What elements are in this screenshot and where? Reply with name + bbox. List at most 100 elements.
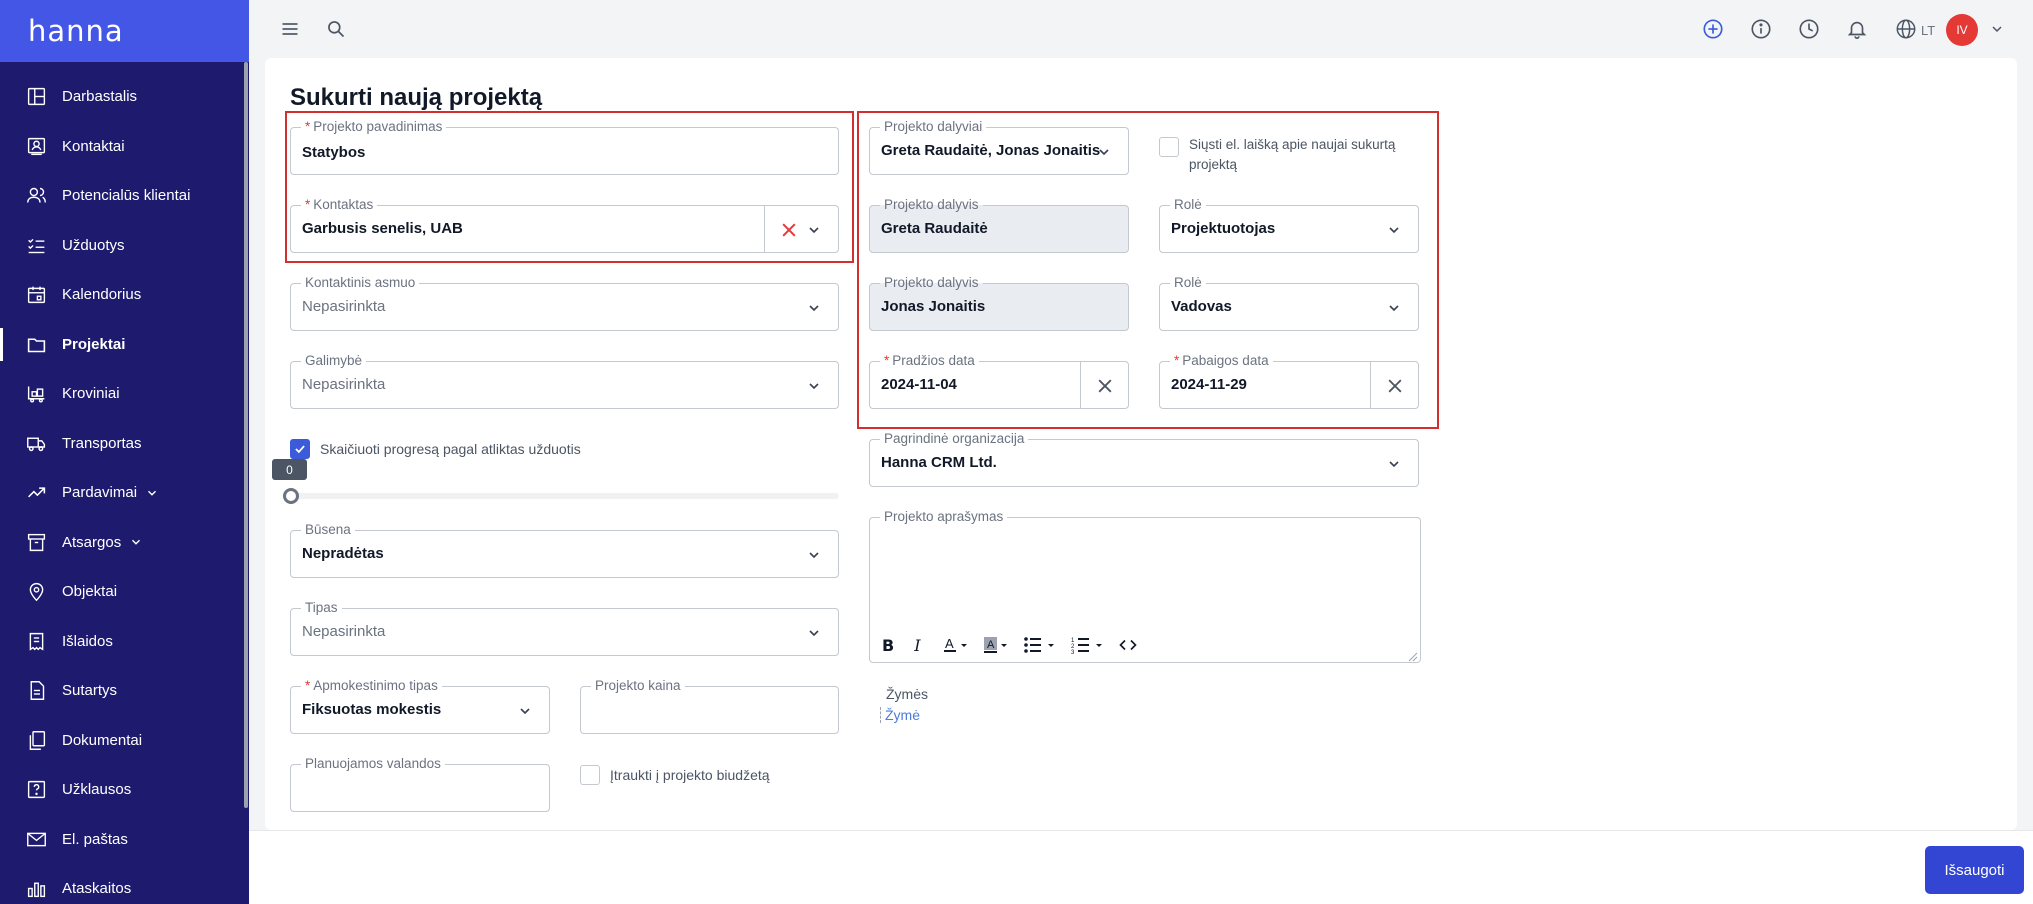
top-bar: LT IV: [249, 0, 2033, 58]
sidebar-item-sutartys[interactable]: Sutartys: [0, 666, 249, 716]
sidebar-item-ataskaitos[interactable]: Ataskaitos: [0, 864, 249, 904]
bullet-list-icon[interactable]: [1023, 634, 1057, 656]
highlight-color-icon[interactable]: A: [983, 634, 1009, 656]
include-budget-checkbox[interactable]: [580, 765, 600, 785]
chevron-down-icon[interactable]: [1096, 144, 1112, 160]
sidebar-scrollbar[interactable]: [244, 62, 248, 808]
send-email-label-line1: Siųsti el. laišką apie naujai sukurtą: [1189, 137, 1396, 152]
role-label: Rolė: [1170, 196, 1206, 214]
clear-date-icon[interactable]: [1385, 376, 1405, 396]
sidebar-item-uzklausos[interactable]: Užklausos: [0, 765, 249, 815]
sidebar-item-projektai[interactable]: Projektai: [0, 320, 249, 370]
sidebar-item-label: Užduotys: [62, 236, 125, 254]
sidebar-item-uzduotys[interactable]: Užduotys: [0, 221, 249, 271]
chevron-down-icon[interactable]: [1386, 300, 1402, 316]
participants-select[interactable]: Projekto dalyviai Greta Raudaitė, Jonas …: [869, 118, 1129, 175]
organization-select[interactable]: Pagrindinė organizacija Hanna CRM Ltd.: [869, 430, 1419, 487]
logo-bar: hanna: [0, 0, 249, 62]
sidebar-item-el-pastas[interactable]: El. paštas: [0, 815, 249, 865]
required-mark: *: [305, 197, 311, 212]
opportunity-select[interactable]: Galimybė Nepasirinkta: [290, 352, 839, 409]
save-button[interactable]: Išsaugoti: [1925, 846, 2024, 894]
project-name-field[interactable]: * Projekto pavadinimas Statybos: [290, 118, 839, 175]
sidebar-item-pardavimai[interactable]: Pardavimai: [0, 468, 249, 518]
sidebar-item-darbastalis[interactable]: Darbastalis: [0, 72, 249, 122]
app-logo[interactable]: hanna: [28, 14, 124, 48]
leads-icon: [26, 185, 47, 206]
chevron-down-icon[interactable]: [806, 625, 822, 641]
progress-tooltip: 0: [272, 459, 307, 480]
chevron-down-icon[interactable]: [806, 547, 822, 563]
sidebar-item-transportas[interactable]: Transportas: [0, 419, 249, 469]
participant-field-2: Projekto dalyvis Jonas Jonaitis: [869, 274, 1129, 331]
avatar[interactable]: IV: [1946, 14, 1978, 46]
role-label: Rolė: [1170, 274, 1206, 292]
start-date-field[interactable]: * Pradžios data 2024-11-04: [869, 352, 1129, 409]
sidebar-item-label: Išlaidos: [62, 632, 113, 650]
chevron-down-icon[interactable]: [806, 378, 822, 394]
contact-person-placeholder: Nepasirinkta: [302, 298, 386, 315]
chevron-down-icon[interactable]: [1386, 456, 1402, 472]
project-price-input[interactable]: Projekto kaina: [580, 677, 839, 734]
bell-icon[interactable]: [1845, 17, 1869, 41]
chevron-down-icon[interactable]: [1386, 222, 1402, 238]
sidebar-item-kalendorius[interactable]: Kalendorius: [0, 270, 249, 320]
bold-icon[interactable]: B: [882, 634, 894, 656]
send-email-label-line2: projektą: [1189, 157, 1238, 172]
participants-label: Projekto dalyviai: [880, 118, 987, 136]
contact-select[interactable]: * Kontaktas Garbusis senelis, UAB: [290, 196, 839, 253]
clock-icon[interactable]: [1797, 17, 1821, 41]
role-select-1[interactable]: Rolė Projektuotojas: [1159, 196, 1419, 253]
contact-label: Kontaktas: [313, 197, 374, 212]
field-label: * Kontaktas: [301, 196, 378, 214]
status-select[interactable]: Būsena Nepradėtas: [290, 521, 839, 578]
chevron-down-icon: [129, 535, 143, 549]
required-mark: *: [305, 119, 311, 134]
start-date-label: Pradžios data: [892, 353, 975, 368]
sidebar-item-kroviniai[interactable]: Kroviniai: [0, 369, 249, 419]
language-switch[interactable]: LT: [1895, 18, 1935, 43]
progress-checkbox[interactable]: [290, 439, 310, 459]
search-icon[interactable]: [324, 17, 348, 41]
resize-handle-icon[interactable]: [1408, 649, 1418, 662]
question-icon: [26, 779, 47, 800]
type-placeholder: Nepasirinkta: [302, 623, 386, 640]
text-color-icon[interactable]: A: [943, 634, 969, 656]
numbered-list-icon[interactable]: 123: [1071, 634, 1105, 656]
sidebar-item-objektai[interactable]: Objektai: [0, 567, 249, 617]
chevron-down-icon[interactable]: [806, 222, 822, 238]
info-icon[interactable]: [1749, 17, 1773, 41]
editor-toolbar: B I A A 123: [882, 634, 1151, 656]
add-tag-link[interactable]: Žymė: [880, 707, 920, 723]
chevron-down-icon[interactable]: [806, 300, 822, 316]
menu-icon[interactable]: [278, 17, 302, 41]
clear-date-icon[interactable]: [1095, 376, 1115, 396]
receipt-icon: [26, 631, 47, 652]
send-email-checkbox[interactable]: [1159, 137, 1179, 157]
include-budget-label: Įtraukti į projekto biudžetą: [610, 767, 770, 783]
sidebar-item-dokumentai[interactable]: Dokumentai: [0, 716, 249, 766]
type-select[interactable]: Tipas Nepasirinkta: [290, 599, 839, 656]
participant-label: Projekto dalyvis: [880, 274, 983, 292]
role-select-2[interactable]: Rolė Vadovas: [1159, 274, 1419, 331]
code-icon[interactable]: [1118, 634, 1137, 656]
contact-person-select[interactable]: Kontaktinis asmuo Nepasirinkta: [290, 274, 839, 331]
add-circle-icon[interactable]: [1701, 17, 1725, 41]
location-pin-icon: [26, 581, 47, 602]
sidebar-item-islaidos[interactable]: Išlaidos: [0, 617, 249, 667]
sidebar-item-atsargos[interactable]: Atsargos: [0, 518, 249, 568]
billing-type-select[interactable]: * Apmokestinimo tipas Fiksuotas mokestis: [290, 677, 550, 734]
field-label: * Pabaigos data: [1170, 352, 1273, 370]
progress-slider-handle[interactable]: [283, 488, 299, 504]
sidebar-item-potencialus-klientai[interactable]: Potencialūs klientai: [0, 171, 249, 221]
clear-icon[interactable]: [779, 220, 799, 240]
end-date-field[interactable]: * Pabaigos data 2024-11-29: [1159, 352, 1419, 409]
chevron-down-icon[interactable]: [1985, 17, 2009, 41]
chevron-down-icon[interactable]: [517, 703, 533, 719]
sidebar-item-kontaktai[interactable]: Kontaktai: [0, 122, 249, 172]
planned-hours-input[interactable]: Planuojamos valandos: [290, 755, 550, 812]
page-title: Sukurti naują projektą: [290, 84, 543, 111]
italic-icon[interactable]: I: [914, 634, 920, 656]
chevron-down-icon: [145, 486, 159, 500]
progress-slider-track[interactable]: [290, 493, 839, 499]
